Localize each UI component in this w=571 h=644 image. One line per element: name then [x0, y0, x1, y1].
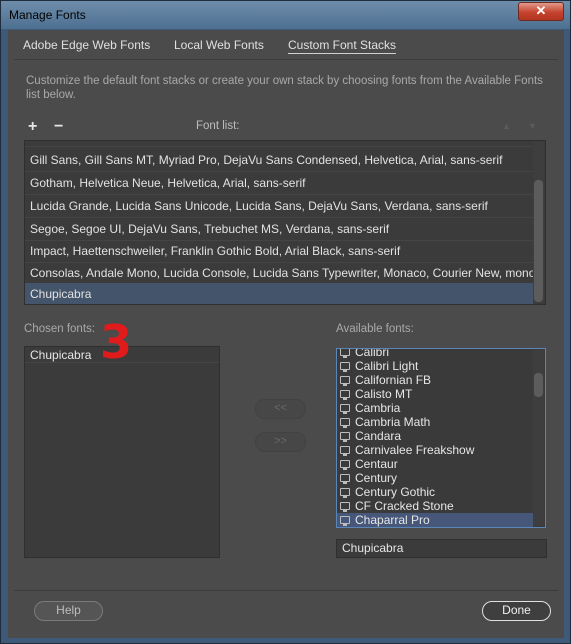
manage-fonts-window: Manage Fonts ✕ Adobe Edge Web Fonts Loca… [0, 0, 571, 644]
tab-local-web-fonts[interactable]: Local Web Fonts [174, 38, 264, 52]
available-font-item[interactable]: Calibri [337, 349, 533, 359]
add-font-button[interactable]: << [255, 399, 306, 419]
font-list-scrollbar[interactable] [533, 142, 544, 303]
description-text: Customize the default font stacks or cre… [26, 75, 543, 101]
font-stack-row[interactable]: Gill Sans, Gill Sans MT, Myriad Pro, Dej… [25, 149, 533, 171]
close-button[interactable]: ✕ [518, 2, 564, 21]
monitor-icon [340, 376, 350, 386]
step-marker: 3 [100, 315, 133, 369]
available-font-item[interactable]: Carnivalee Freakshow [337, 443, 533, 457]
monitor-icon [340, 474, 350, 484]
move-down-button[interactable]: ▼ [528, 121, 537, 131]
monitor-icon [340, 390, 350, 400]
available-font-item[interactable]: Century [337, 471, 533, 485]
available-font-item[interactable]: Cambria [337, 401, 533, 415]
tab-divider [14, 59, 558, 60]
help-button[interactable]: Help [34, 601, 103, 621]
title-bar[interactable]: Manage Fonts ✕ [1, 1, 570, 29]
available-font-item-selected[interactable]: Chaparral Pro [337, 513, 533, 527]
monitor-icon [340, 460, 350, 470]
remove-stack-button[interactable]: − [54, 119, 63, 135]
font-stack-row[interactable]: Consolas, Andale Mono, Lucida Console, L… [25, 262, 533, 284]
available-fonts-scrollbar[interactable] [533, 350, 544, 526]
available-font-item[interactable]: Candara [337, 429, 533, 443]
chosen-fonts-label: Chosen fonts: [24, 323, 95, 335]
font-name-input[interactable]: Chupicabra [336, 539, 547, 558]
row-divider [25, 146, 533, 147]
window-title: Manage Fonts [9, 8, 86, 22]
monitor-icon [340, 432, 350, 442]
available-font-item[interactable]: Centaur [337, 457, 533, 471]
monitor-icon [340, 404, 350, 414]
available-font-item[interactable]: Calibri Light [337, 359, 533, 373]
move-up-button[interactable]: ▲ [502, 121, 511, 131]
available-fonts-list[interactable]: Calibri Calibri Light Californian FB Cal… [336, 348, 546, 528]
tab-adobe-edge-web-fonts[interactable]: Adobe Edge Web Fonts [23, 38, 150, 52]
available-fonts-label: Available fonts: [336, 323, 414, 335]
chosen-fonts-list[interactable]: Chupicabra [24, 346, 220, 558]
add-stack-button[interactable]: + [28, 119, 37, 135]
monitor-icon [340, 446, 350, 456]
remove-font-button[interactable]: >> [255, 432, 306, 452]
tab-bar: Adobe Edge Web Fonts Local Web Fonts Cus… [8, 30, 564, 60]
scrollbar-thumb[interactable] [534, 373, 543, 397]
available-font-item[interactable]: CF Cracked Stone [337, 499, 533, 513]
font-stack-row[interactable]: Segoe, Segoe UI, DejaVu Sans, Trebuchet … [25, 218, 533, 240]
available-font-item[interactable]: Cambria Math [337, 415, 533, 429]
available-font-item[interactable]: Century Gothic [337, 485, 533, 499]
font-list-label: Font list: [196, 120, 240, 132]
font-stack-row[interactable]: Lucida Grande, Lucida Sans Unicode, Luci… [25, 195, 533, 217]
available-font-item[interactable]: Californian FB [337, 373, 533, 387]
available-font-item[interactable]: Calisto MT [337, 387, 533, 401]
font-stack-row[interactable]: Gotham, Helvetica Neue, Helvetica, Arial… [25, 172, 533, 194]
monitor-icon [340, 362, 350, 372]
monitor-icon [340, 516, 350, 526]
monitor-icon [340, 502, 350, 512]
scrollbar-thumb[interactable] [534, 180, 543, 302]
footer-divider [14, 590, 558, 591]
monitor-icon [340, 418, 350, 428]
monitor-icon [340, 349, 350, 358]
tab-custom-font-stacks[interactable]: Custom Font Stacks [288, 38, 397, 54]
font-stack-row-selected[interactable]: Chupicabra [25, 283, 533, 304]
done-button[interactable]: Done [482, 601, 551, 621]
font-stack-row[interactable]: Impact, Haettenschweiler, Franklin Gothi… [25, 240, 533, 262]
dialog-body: Adobe Edge Web Fonts Local Web Fonts Cus… [8, 30, 564, 638]
monitor-icon [340, 488, 350, 498]
font-stack-list[interactable]: Gill Sans, Gill Sans MT, Myriad Pro, Dej… [24, 140, 546, 305]
